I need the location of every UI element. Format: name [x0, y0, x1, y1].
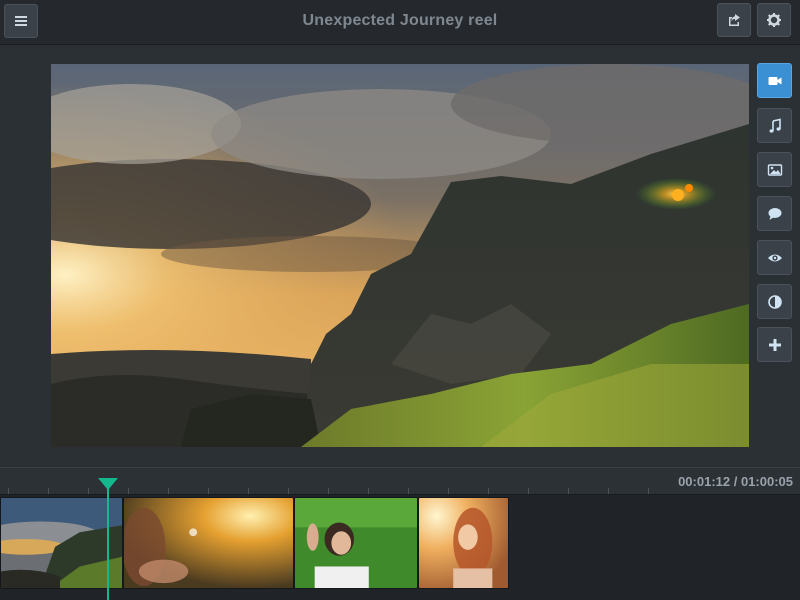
preview-frame-image: [51, 64, 749, 447]
ruler-tick: [208, 488, 209, 494]
ruler-tick: [608, 488, 609, 494]
page-title: Unexpected Journey reel: [302, 12, 498, 29]
playhead-line: [107, 486, 109, 600]
share-button[interactable]: [717, 3, 751, 37]
clip-thumbnail: [295, 498, 417, 588]
ruler-tick: [88, 488, 89, 494]
clip-track: [0, 497, 800, 589]
ruler-tick: [648, 488, 649, 494]
caption-tool-button[interactable]: [757, 196, 792, 231]
ruler-tick: [368, 488, 369, 494]
music-tool-button[interactable]: [757, 108, 792, 143]
image-tool-button[interactable]: [757, 152, 792, 187]
clip-thumbnail: [1, 498, 122, 588]
ruler-tick: [128, 488, 129, 494]
add-tool-button[interactable]: [757, 327, 792, 362]
timeline-clip-mountain[interactable]: [0, 497, 123, 589]
playhead-handle[interactable]: [98, 478, 118, 490]
clip-thumbnail: [419, 498, 508, 588]
plus-icon: [768, 338, 781, 351]
ruler-tick: [448, 488, 449, 494]
timeline-clip-grass-woman[interactable]: [294, 497, 418, 589]
clip-thumbnail: [124, 498, 293, 588]
ruler-tick: [328, 488, 329, 494]
gear-icon: [767, 13, 781, 27]
timeline-ruler[interactable]: 00:01:12 / 01:00:05: [0, 467, 800, 495]
eye-icon: [767, 254, 782, 261]
ruler-tick: [568, 488, 569, 494]
timeline-clip-sunlight[interactable]: [123, 497, 294, 589]
ruler-tick: [248, 488, 249, 494]
ruler-tick: [48, 488, 49, 494]
share-icon: [729, 14, 740, 26]
ruler-tick: [8, 488, 9, 494]
contrast-tool-button[interactable]: [757, 284, 792, 319]
timeline-clip-sunset-portrait[interactable]: [418, 497, 509, 589]
image-icon: [767, 163, 782, 176]
settings-button[interactable]: [757, 3, 791, 37]
visibility-tool-button[interactable]: [757, 240, 792, 275]
video-preview[interactable]: [51, 64, 749, 447]
timecode: 00:01:12 / 01:00:05: [678, 474, 793, 489]
ruler-tick: [288, 488, 289, 494]
contrast-icon: [767, 294, 782, 309]
ruler-tick: [528, 488, 529, 494]
ruler-tick: [168, 488, 169, 494]
video-tool-button[interactable]: [757, 63, 792, 98]
music-note-icon: [769, 118, 781, 133]
speech-bubble-icon: [768, 207, 781, 220]
ruler-tick: [408, 488, 409, 494]
video-camera-icon: [768, 76, 781, 85]
ruler-tick: [488, 488, 489, 494]
timeline: 00:01:12 / 01:00:05: [0, 467, 800, 600]
top-bar: Unexpected Journey reel: [0, 0, 800, 45]
